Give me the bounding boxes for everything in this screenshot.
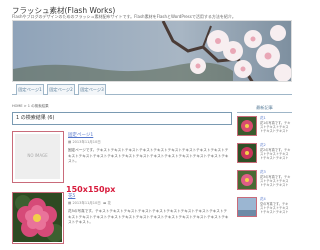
- sidebar-item-text: 花1の写真です。テキストテキストテキストテキストテキスト: [260, 121, 291, 133]
- post-item: 150x150px 花5 ▦ 2013年11月10日 ▬ 花 花5の写真です。テ…: [12, 185, 232, 247]
- header-image: [12, 20, 292, 82]
- post-title-link[interactable]: 固定ページ1: [68, 132, 93, 138]
- folder-icon: ▬: [101, 201, 107, 205]
- sidebar-thumbnail[interactable]: [237, 170, 257, 190]
- post-date-text: 2013年11月10日: [72, 140, 101, 144]
- sidebar-item-text: 花3の写真です。テキストテキストテキストテキストテキスト: [260, 175, 291, 187]
- sidebar-thumbnail[interactable]: [237, 143, 257, 163]
- page-title: 1 の検索結果 (6): [12, 112, 232, 125]
- sidebar-heading: 最新記事: [237, 104, 292, 113]
- calendar-icon: ▦: [68, 201, 72, 205]
- post-category-link[interactable]: 花: [107, 201, 111, 205]
- post-item: NO IMAGE 固定ページ1 ▦ 2013年11月10日 固定ページです。テキ…: [12, 131, 232, 186]
- no-image-label: NO IMAGE: [27, 153, 48, 158]
- sidebar-item-text: 花2の写真です。テキストテキストテキストテキストテキスト: [260, 148, 291, 160]
- breadcrumb[interactable]: HOME > 1 の検索結果: [12, 104, 49, 109]
- sidebar-thumbnail[interactable]: [237, 116, 257, 136]
- post-thumbnail[interactable]: [12, 192, 64, 244]
- sidebar-item[interactable]: 花1 花1の写真です。テキストテキストテキストテキストテキスト: [237, 113, 292, 140]
- sidebar-item[interactable]: 花3 花3の写真です。テキストテキストテキストテキストテキスト: [237, 167, 292, 194]
- sidebar-item[interactable]: 花4 空の写真です。テキストテキストテキストテキストテキスト: [237, 194, 292, 221]
- nav-tab-page2[interactable]: 固定ページ2: [47, 84, 75, 95]
- sidebar-item[interactable]: 花2 花2の写真です。テキストテキストテキストテキストテキスト: [237, 140, 292, 167]
- main-nav: 固定ページ1 固定ページ2 固定ページ3: [12, 83, 292, 95]
- post-excerpt: 花5の写真です。テキストテキストテキストテキストテキストテキストテキストテキスト…: [68, 209, 229, 224]
- post-date-text: 2013年11月10日: [72, 201, 101, 205]
- post-thumbnail[interactable]: NO IMAGE: [12, 131, 64, 183]
- post-excerpt: 固定ページです。テキストテキストテキストテキストテキストテキストテキストテキスト…: [68, 148, 229, 163]
- calendar-icon: ▦: [68, 140, 72, 144]
- sidebar-thumbnail[interactable]: [237, 197, 257, 217]
- post-title-link[interactable]: 花5: [68, 193, 75, 199]
- nav-tab-page1[interactable]: 固定ページ1: [16, 84, 44, 95]
- nav-tab-page3[interactable]: 固定ページ3: [78, 84, 106, 95]
- sidebar: 最新記事 花1 花1の写真です。テキストテキストテキストテキストテキスト 花2 …: [237, 104, 292, 221]
- post-meta: ▦ 2013年11月10日 ▬ 花: [68, 201, 111, 206]
- sidebar-item-text: 空の写真です。テキストテキストテキストテキストテキスト: [260, 202, 289, 214]
- post-date: ▦ 2013年11月10日: [68, 140, 101, 145]
